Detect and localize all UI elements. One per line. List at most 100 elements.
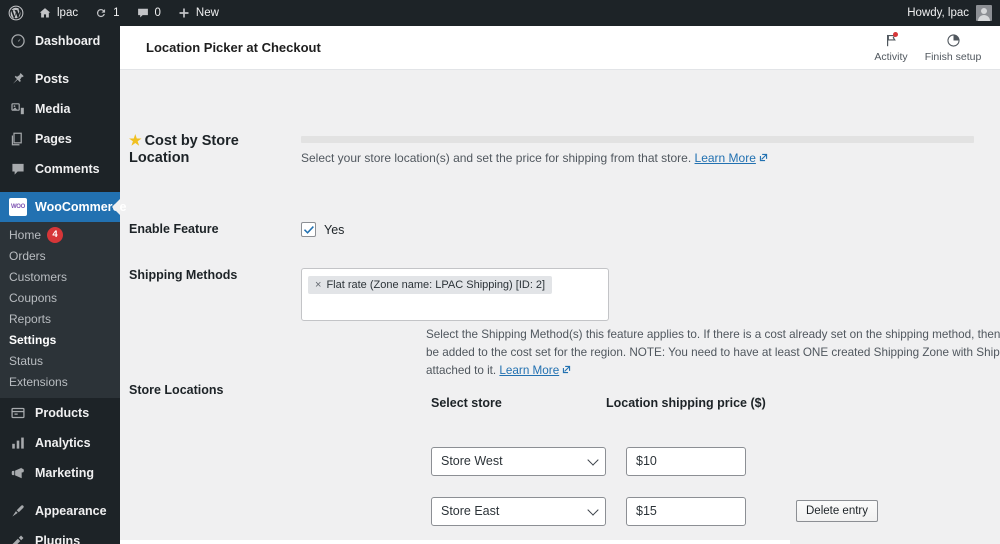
submenu-label: Home xyxy=(9,227,42,242)
store-location-row: Store East $15 Delete entry xyxy=(120,486,1000,536)
wordpress-icon xyxy=(8,5,24,21)
column-header-select-store: Select store xyxy=(431,396,502,410)
activity-label: Activity xyxy=(874,51,908,63)
howdy-label: Howdy, lpac xyxy=(907,7,969,19)
feature-description-text: Select your store location(s) and set th… xyxy=(301,151,692,165)
sidebar-item-woocommerce[interactable]: WOO WooCommerce xyxy=(0,192,126,222)
home-icon xyxy=(38,6,52,20)
comments-menu[interactable]: 0 xyxy=(128,0,169,26)
finish-setup-button[interactable]: Finish setup xyxy=(922,26,984,70)
page-title: Location Picker at Checkout xyxy=(146,40,321,55)
store-locations-label: Store Locations xyxy=(129,383,224,397)
shipping-methods-label: Shipping Methods xyxy=(129,268,238,282)
activity-button[interactable]: Activity xyxy=(860,26,922,70)
remove-token-icon[interactable]: × xyxy=(315,279,321,291)
main-region: Location Picker at Checkout Activity Fin… xyxy=(120,26,1000,544)
plugins-plug-icon xyxy=(9,532,27,544)
sidebar-item-posts[interactable]: Posts xyxy=(0,64,120,94)
submenu-label: Extensions xyxy=(9,374,68,389)
sidebar-item-media[interactable]: Media xyxy=(0,94,120,124)
sidebar-item-home[interactable]: Home 4 xyxy=(0,224,120,245)
enable-feature-checkbox[interactable] xyxy=(301,222,316,237)
wc-page-header: Location Picker at Checkout Activity Fin… xyxy=(120,26,1000,70)
bottom-panel-edge xyxy=(90,540,790,544)
external-link-icon xyxy=(758,151,769,162)
updates-menu[interactable]: 1 xyxy=(86,0,127,26)
sidebar-item-reports[interactable]: Reports xyxy=(0,308,120,329)
sidebar-item-comments[interactable]: Comments xyxy=(0,154,120,184)
sidebar-item-label: Plugins xyxy=(35,534,81,544)
feature-title-label: Cost by Store Location xyxy=(129,133,239,166)
admin-bar: lpac 1 0 New Howdy, lpac xyxy=(0,0,1000,26)
sidebar-item-status[interactable]: Status xyxy=(0,350,120,371)
shipping-learn-more-link[interactable]: Learn More xyxy=(499,364,559,377)
enable-feature-label: Enable Feature xyxy=(129,222,219,236)
chevron-down-icon xyxy=(587,454,599,466)
finish-setup-progress-icon xyxy=(946,32,961,49)
sidebar-item-coupons[interactable]: Coupons xyxy=(0,287,120,308)
store-price-value: $15 xyxy=(636,504,657,518)
store-select[interactable]: Store East xyxy=(431,496,606,526)
sidebar-item-marketing[interactable]: Marketing xyxy=(0,458,120,488)
site-name-label: lpac xyxy=(57,7,79,19)
sidebar-item-customers[interactable]: Customers xyxy=(0,266,120,287)
sidebar-item-appearance[interactable]: Appearance xyxy=(0,496,120,526)
wordpress-logo-button[interactable] xyxy=(0,0,30,26)
submenu-label: Settings xyxy=(9,332,57,347)
external-link-icon xyxy=(561,363,572,374)
finish-setup-label: Finish setup xyxy=(924,51,982,63)
delete-entry-button[interactable]: Delete entry xyxy=(796,500,879,522)
shipping-methods-row: Shipping Methods × Flat rate (Zone name:… xyxy=(120,268,1000,321)
sidebar-item-label: Pages xyxy=(35,132,72,146)
shipping-methods-token-field[interactable]: × Flat rate (Zone name: LPAC Shipping) [… xyxy=(301,268,609,321)
feature-description: Select your store location(s) and set th… xyxy=(301,132,769,167)
activity-flag-icon xyxy=(884,32,899,49)
store-location-row: Store West $10 xyxy=(120,436,1000,486)
appearance-brush-icon xyxy=(9,502,27,520)
comments-count: 0 xyxy=(154,7,161,19)
pages-icon xyxy=(9,130,27,148)
store-price-input[interactable]: $10 xyxy=(626,446,746,476)
updates-icon xyxy=(94,6,108,20)
submenu-label: Coupons xyxy=(9,290,58,305)
new-label: New xyxy=(195,7,219,19)
admin-sidebar: Dashboard Posts Media Pages Comments WOO… xyxy=(0,26,126,544)
sidebar-item-dashboard[interactable]: Dashboard xyxy=(0,26,120,56)
site-name-menu[interactable]: lpac xyxy=(30,0,86,26)
sidebar-item-settings[interactable]: Settings xyxy=(0,329,120,350)
sidebar-item-extensions[interactable]: Extensions xyxy=(0,371,120,392)
sidebar-item-orders[interactable]: Orders xyxy=(0,245,120,266)
enable-feature-row: Enable Feature Yes xyxy=(120,222,1000,237)
analytics-bars-icon xyxy=(9,434,27,452)
sidebar-item-pages[interactable]: Pages xyxy=(0,124,120,154)
store-select[interactable]: Store West xyxy=(431,446,606,476)
enable-feature-checkbox-label: Yes xyxy=(324,222,345,237)
comments-icon xyxy=(9,160,27,178)
my-account-menu[interactable]: Howdy, lpac xyxy=(899,0,1000,26)
sidebar-item-label: WooCommerce xyxy=(35,200,127,214)
submenu-label: Reports xyxy=(9,311,52,326)
star-icon: ★ xyxy=(129,132,142,148)
woocommerce-submenu: Home 4 Orders Customers Coupons Reports … xyxy=(0,222,120,398)
comment-bubble-icon xyxy=(136,6,150,20)
sidebar-item-label: Analytics xyxy=(35,436,91,450)
settings-content: ★ Cost by Store Location Select your stor… xyxy=(120,70,1000,544)
sidebar-item-analytics[interactable]: Analytics xyxy=(0,428,120,458)
store-price-input[interactable]: $15 xyxy=(626,496,746,526)
sidebar-item-products[interactable]: Products xyxy=(0,398,120,428)
new-content-menu[interactable]: New xyxy=(169,0,227,26)
posts-pin-icon xyxy=(9,70,27,88)
submenu-label: Status xyxy=(9,353,44,368)
shipping-method-token[interactable]: × Flat rate (Zone name: LPAC Shipping) [… xyxy=(308,276,553,294)
store-select-value: Store West xyxy=(441,454,503,468)
sidebar-item-plugins[interactable]: Plugins xyxy=(0,526,120,544)
sidebar-item-label: Products xyxy=(35,406,90,420)
marketing-megaphone-icon xyxy=(9,464,27,482)
shipping-methods-note: Select the Shipping Method(s) this featu… xyxy=(426,326,1000,380)
column-header-location-price: Location shipping price ($) xyxy=(606,396,766,410)
submenu-label: Orders xyxy=(9,248,46,263)
enable-feature-control[interactable]: Yes xyxy=(301,222,344,237)
updates-count: 1 xyxy=(113,7,120,19)
sidebar-item-label: Appearance xyxy=(35,504,107,518)
learn-more-link[interactable]: Learn More xyxy=(695,151,756,165)
